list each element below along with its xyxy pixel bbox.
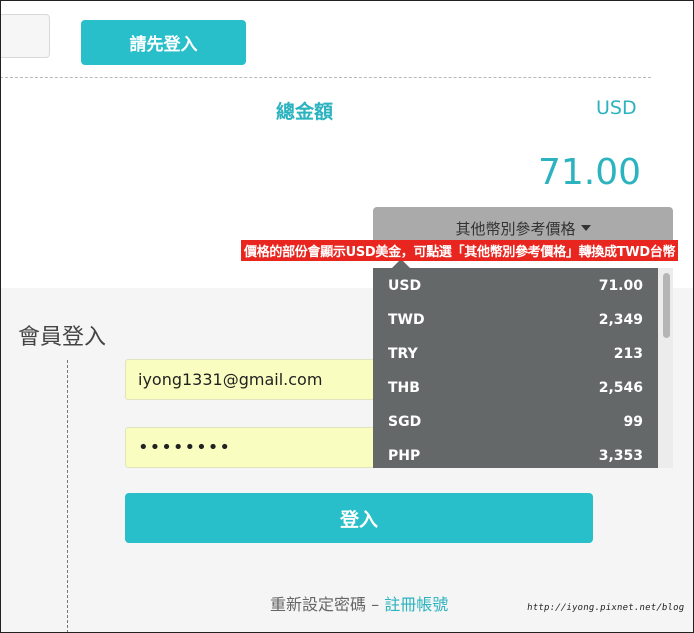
currency-option-try[interactable]: TRY 213: [373, 337, 658, 371]
currency-option-php[interactable]: PHP 3,353: [373, 439, 658, 468]
currency-option-value: 71.00: [598, 278, 643, 294]
email-field-value: iyong1331@gmail.com: [138, 370, 323, 389]
password-field[interactable]: ••••••••: [125, 427, 395, 468]
password-field-value: ••••••••: [138, 437, 231, 458]
annotation-note: 價格的部份會顯示USD美金，可點選「其他幣別參考價格」轉換成TWD台幣: [241, 240, 679, 261]
currency-option-code: TWD: [388, 312, 425, 328]
member-login-title: 會員登入: [18, 325, 107, 350]
caret-down-icon: [580, 225, 591, 231]
total-amount-value: 71.00: [538, 152, 642, 193]
email-field[interactable]: iyong1331@gmail.com: [125, 359, 395, 400]
currency-option-value: 3,353: [598, 448, 643, 464]
total-amount-label: 總金額: [276, 101, 334, 123]
currency-option-value: 99: [623, 414, 643, 430]
currency-option-code: THB: [388, 380, 420, 396]
currency-option-thb[interactable]: THB 2,546: [373, 371, 658, 405]
currency-option-value: 2,349: [598, 312, 643, 328]
currency-option-code: TRY: [388, 346, 418, 362]
currency-option-usd[interactable]: USD 71.00: [373, 269, 658, 303]
currency-option-code: SGD: [388, 414, 422, 430]
currency-option-code: USD: [388, 278, 422, 294]
account-links: 重新設定密碼 – 註冊帳號: [270, 591, 448, 615]
dropdown-scrollbar[interactable]: [658, 268, 673, 468]
login-first-button[interactable]: 請先登入: [81, 20, 246, 65]
currency-option-sgd[interactable]: SGD 99: [373, 405, 658, 439]
login-button[interactable]: 登入: [125, 493, 593, 543]
currency-option-twd[interactable]: TWD 2,349: [373, 303, 658, 337]
currency-code: USD: [596, 97, 637, 119]
other-currency-label: 其他幣別參考價格: [455, 219, 576, 238]
dashed-vertical-divider: [67, 360, 68, 633]
currency-option-value: 213: [613, 346, 643, 362]
reset-password-link[interactable]: 重新設定密碼: [270, 595, 366, 614]
search-input[interactable]: [0, 14, 50, 58]
blog-watermark: http://iyong.pixnet.net/blog: [526, 603, 686, 613]
currency-list: USD 71.00 TWD 2,349 TRY 213 THB 2,546 SG…: [373, 268, 658, 468]
currency-dropdown: USD 71.00 TWD 2,349 TRY 213 THB 2,546 SG…: [373, 268, 673, 468]
link-separator: –: [366, 595, 385, 614]
register-link[interactable]: 註冊帳號: [384, 595, 448, 614]
currency-option-value: 2,546: [598, 380, 643, 396]
dropdown-scroll-thumb[interactable]: [663, 273, 670, 338]
dashed-divider: [0, 77, 651, 78]
currency-option-code: PHP: [388, 448, 421, 464]
